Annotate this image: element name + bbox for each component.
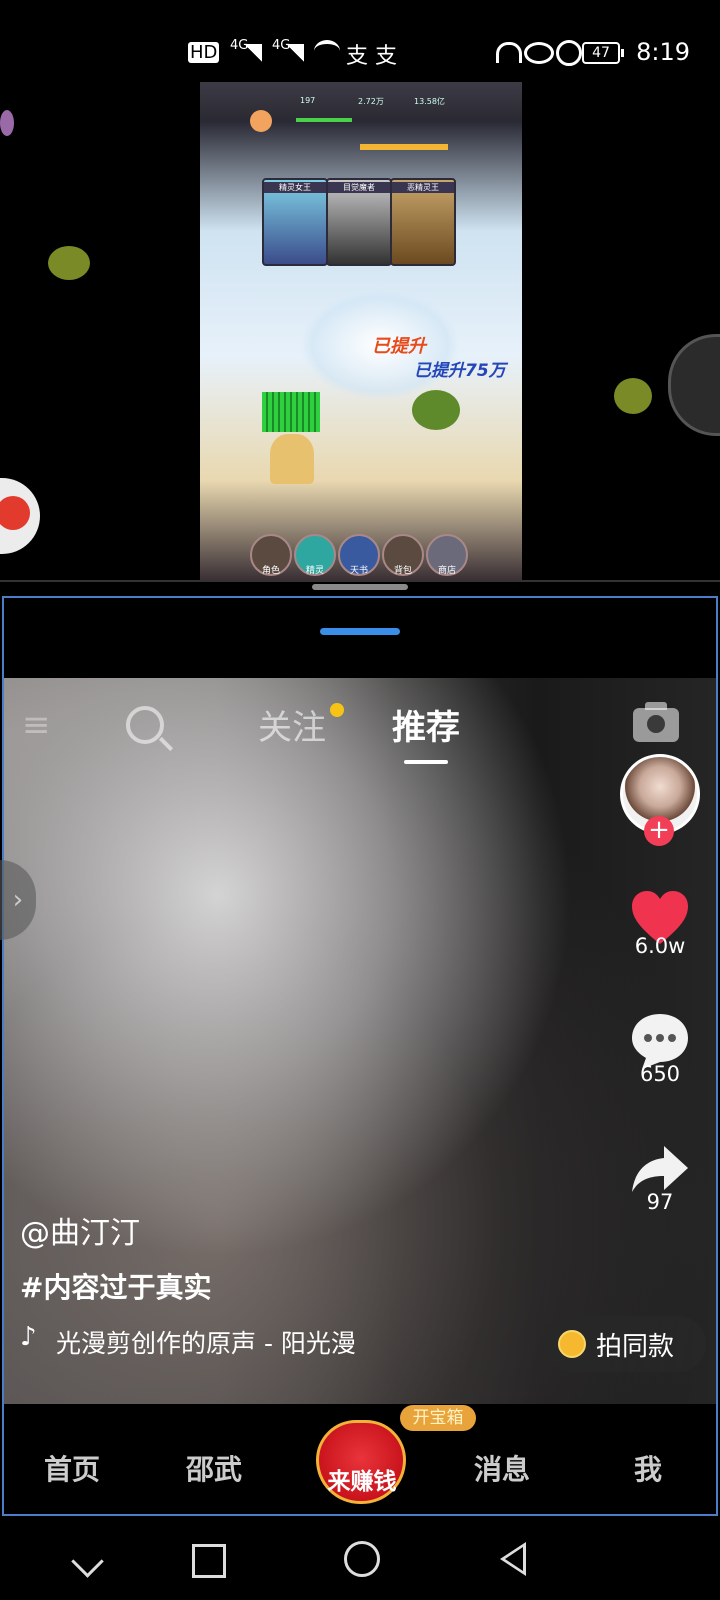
like-count: 6.0w [634, 934, 686, 958]
headphones-icon [496, 42, 522, 63]
damage-text-2: 已提升75万 [414, 361, 506, 381]
recents-button[interactable] [192, 1544, 226, 1578]
clock: 8:19 [636, 38, 690, 66]
game-nav-shop[interactable]: 商店 [426, 534, 468, 576]
tab-me[interactable]: 我 [634, 1448, 662, 1488]
game-stat-gold: 13.58亿 [414, 97, 445, 106]
home-button[interactable] [344, 1541, 380, 1577]
music-note-icon: ♪ [20, 1322, 37, 1352]
tab-follow[interactable]: 关注 [258, 700, 326, 749]
game-avatar[interactable] [250, 110, 272, 132]
game-nav-bag[interactable]: 背包 [382, 534, 424, 576]
game-nav-role[interactable]: 角色 [250, 534, 292, 576]
hashtag[interactable]: #内容过于真实 [20, 1266, 211, 1306]
share-icon[interactable] [630, 1144, 690, 1194]
open-chest-badge[interactable]: 开宝箱 [400, 1405, 476, 1431]
signal-bars-icon-2 [286, 44, 304, 62]
follow-notification-dot [330, 703, 344, 717]
camera-icon[interactable] [633, 702, 679, 742]
game-card-3[interactable]: 恶精灵王 [390, 178, 456, 266]
game-nav-spirit[interactable]: 精灵 [294, 534, 336, 576]
back-button[interactable] [500, 1542, 526, 1576]
author-name[interactable]: @曲汀汀 [20, 1208, 140, 1252]
game-green-effect [262, 392, 320, 432]
game-card-1[interactable]: 精灵女王 [262, 178, 328, 266]
tab-messages[interactable]: 消息 [474, 1448, 530, 1488]
music-title[interactable]: 光漫剪创作的原声 - 阳光漫 [56, 1324, 382, 1360]
game-stat-power: 2.72万 [358, 97, 384, 106]
game-monster-outside-2 [614, 378, 652, 414]
notification-icons: 支 支 [346, 44, 397, 69]
menu-icon[interactable]: ≡ [22, 705, 51, 745]
game-monster-outside-1 [48, 246, 90, 280]
tab-home[interactable]: 首页 [44, 1448, 100, 1488]
game-nav-book[interactable]: 天书 [338, 534, 380, 576]
same-style-icon [558, 1330, 586, 1358]
share-count: 97 [646, 1190, 674, 1214]
alarm-icon [556, 40, 582, 66]
wifi-icon [314, 40, 340, 62]
game-stat-gems: 197 [300, 96, 316, 105]
signal-bars-icon [244, 44, 262, 62]
game-monster-sprite [412, 390, 460, 430]
game-card-2[interactable]: 目觉魔者 [326, 178, 392, 266]
eye-icon [524, 42, 554, 64]
split-drag-handle[interactable] [320, 628, 400, 635]
game-hero-sprite [270, 434, 314, 484]
hd-indicator: HD [188, 42, 220, 63]
active-tab-indicator [404, 760, 448, 764]
split-drag-handle-top[interactable] [312, 584, 408, 590]
damage-text-1: 已提升 [372, 336, 426, 357]
follow-plus-button[interactable]: + [644, 816, 674, 846]
game-sprite-edge [0, 110, 14, 136]
game-hp-bar [296, 118, 352, 122]
battery-icon: 47 [582, 42, 624, 64]
status-bar: HD 4G 4G 支 支 47 8:19 [0, 0, 720, 80]
same-style-label: 拍同款 [596, 1332, 675, 1362]
tab-earn[interactable]: 来赚钱 [322, 1462, 402, 1496]
comment-count: 650 [639, 1062, 681, 1086]
game-progress-bar [360, 144, 448, 150]
tab-nearby[interactable]: 邵武 [186, 1448, 242, 1488]
tab-recommend[interactable]: 推荐 [392, 700, 460, 749]
search-icon[interactable] [126, 706, 164, 744]
